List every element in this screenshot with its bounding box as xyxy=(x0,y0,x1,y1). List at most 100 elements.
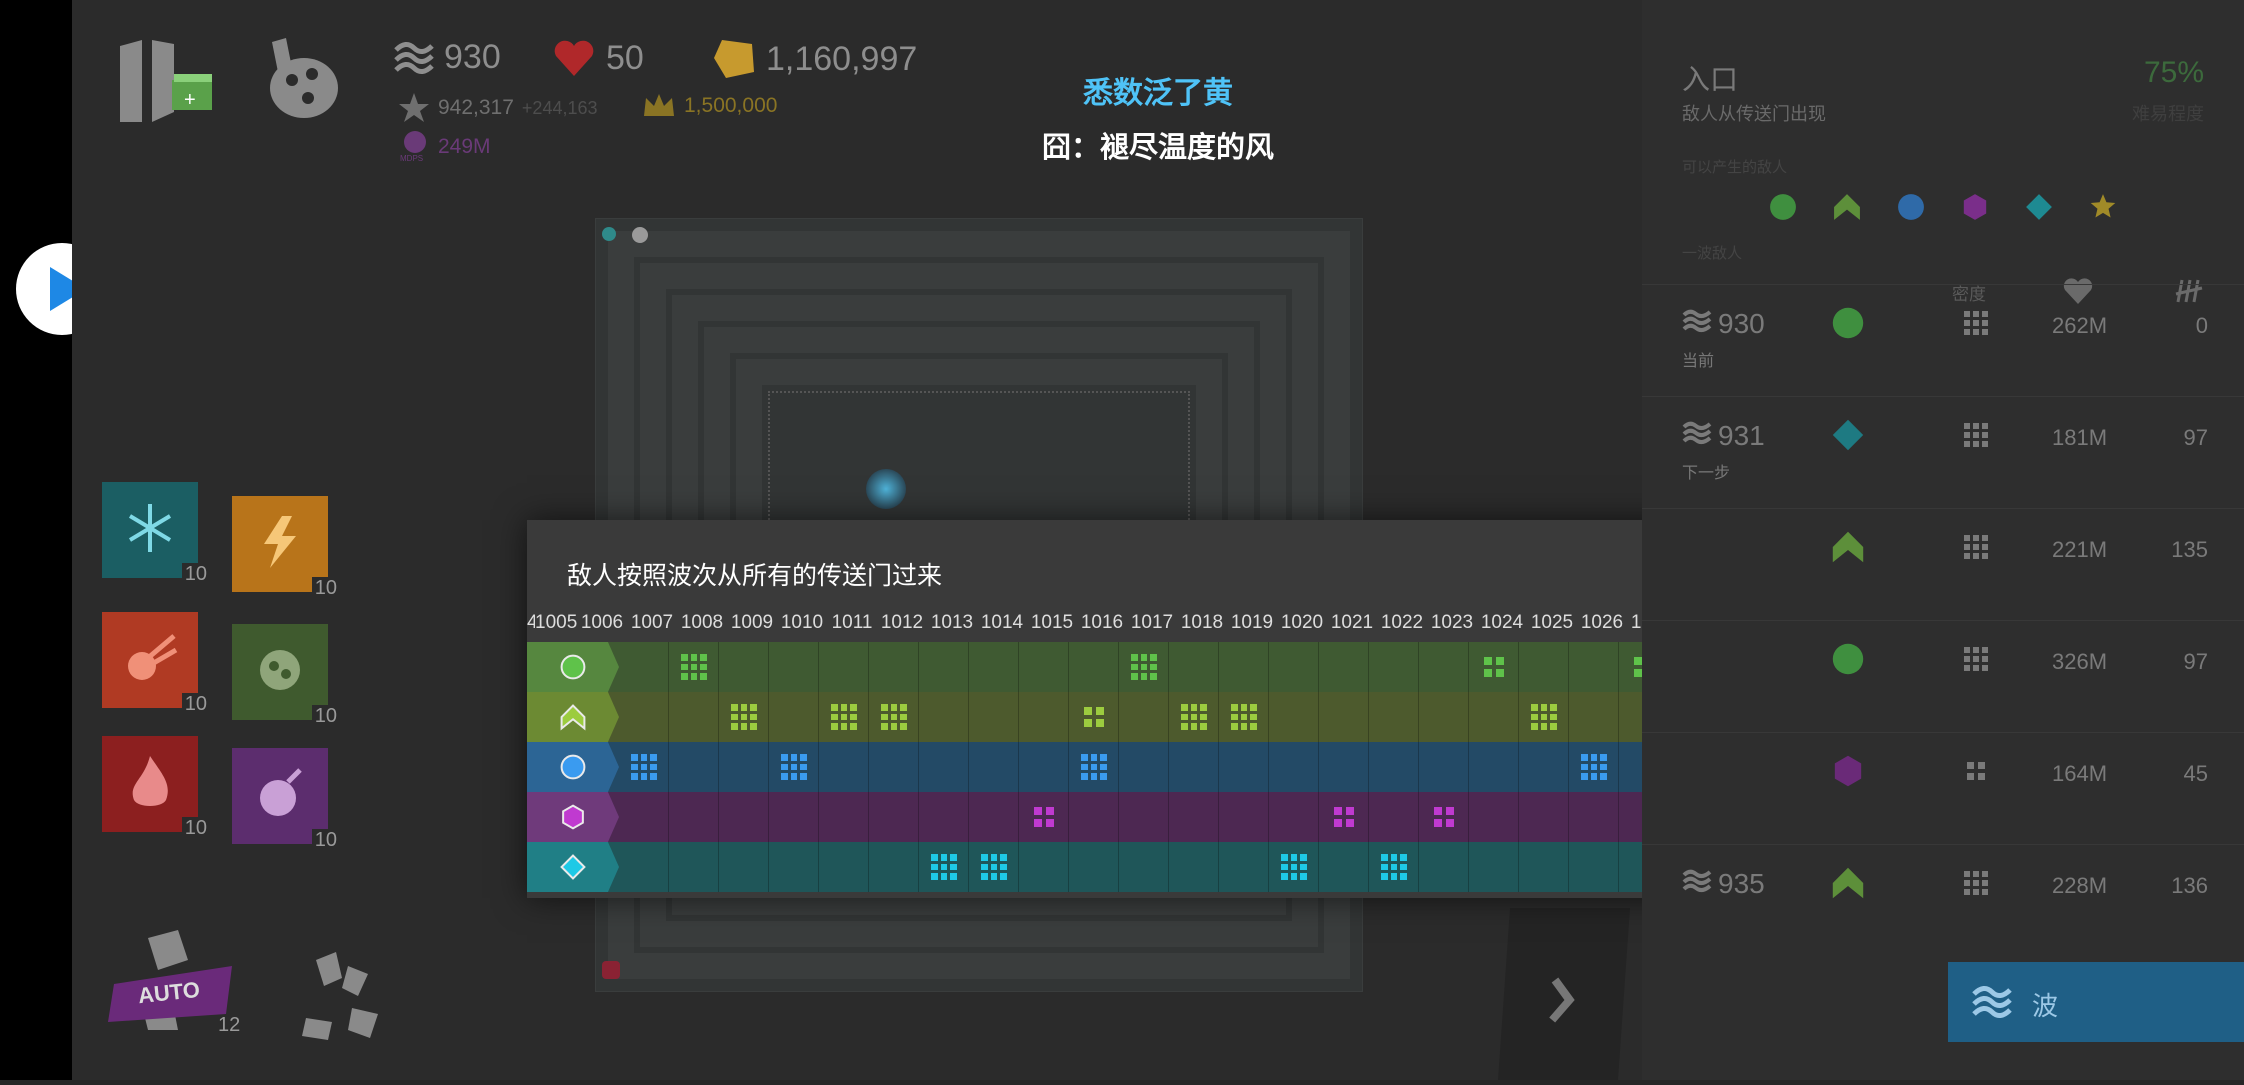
enemy-row-hexagon-purple xyxy=(527,792,1819,842)
enemy-row-circle-green xyxy=(527,642,1819,692)
density-9-icon xyxy=(631,754,657,780)
wave-row[interactable]: 931 下一步 181M 97 xyxy=(1642,396,2244,509)
wave-row[interactable]: 221M 135 xyxy=(1642,508,2244,621)
ability-flame[interactable]: 10 xyxy=(102,736,210,840)
wave-hp: 181M xyxy=(2052,425,2108,450)
poison-icon xyxy=(260,650,300,690)
score-counter: 942,317 +244,163 xyxy=(398,92,598,124)
wave-armor: 135 xyxy=(2171,537,2208,562)
hexagon-enemy-icon xyxy=(1834,755,1862,787)
wave-cell xyxy=(969,642,1019,692)
wave-row[interactable]: 164M 45 xyxy=(1642,732,2244,845)
wave-cell xyxy=(1219,692,1269,742)
wave-row[interactable]: 930 当前 262M 0 xyxy=(1642,284,2244,397)
wave-schedule-grid xyxy=(527,642,1819,892)
skip-wave-button[interactable] xyxy=(302,952,382,1042)
wave-cell xyxy=(869,742,919,792)
wave-hp: 262M xyxy=(2052,313,2108,338)
density-9-icon xyxy=(931,854,957,880)
ability-poison[interactable]: 10 xyxy=(232,624,340,728)
wave-cell xyxy=(969,692,1019,742)
wave-tab-button[interactable]: 波 xyxy=(1948,962,2244,1042)
wave-icon xyxy=(1972,986,2012,1018)
wave-hp: 221M xyxy=(2052,537,2108,562)
wave-cell xyxy=(1369,792,1419,842)
wave-column-label: 1020 xyxy=(1280,612,1324,633)
wave-column-label: 1014 xyxy=(980,612,1024,633)
wave-cell xyxy=(1119,842,1169,892)
ability-blizzard[interactable]: 10 xyxy=(102,482,210,586)
wave-column-label: 1011 xyxy=(831,612,873,633)
wave-column-label: 1019 xyxy=(1230,612,1274,633)
wave-column-label: 1025 xyxy=(1530,612,1574,633)
wave-number: 931 xyxy=(1682,419,1765,452)
wave-cell xyxy=(1019,692,1069,742)
density-icon xyxy=(1964,871,1988,895)
portal-icon xyxy=(602,227,616,241)
difficulty-percent: 75% xyxy=(2143,56,2204,89)
density-9-icon xyxy=(1531,704,1557,730)
coins-value: 1,160,997 xyxy=(766,39,918,78)
wave-cell xyxy=(719,842,769,892)
density-4-icon xyxy=(1481,654,1507,680)
pause-menu-button[interactable]: + xyxy=(112,40,222,122)
wave-cell xyxy=(1019,642,1069,692)
diamond-enemy-icon xyxy=(1832,419,1864,451)
wave-cell xyxy=(1519,792,1569,842)
wave-cell xyxy=(1569,692,1619,742)
wave-hp: 228M xyxy=(2052,873,2108,898)
wave-row[interactable]: 326M 97 xyxy=(1642,620,2244,733)
wave-armor: 45 xyxy=(2183,761,2208,786)
wave-cell xyxy=(919,842,969,892)
density-icon xyxy=(1964,647,1988,671)
wave-cell xyxy=(1369,642,1419,692)
wave-cell xyxy=(1319,792,1369,842)
wave-cell xyxy=(719,742,769,792)
density-9-icon xyxy=(1281,854,1307,880)
wave-cell xyxy=(1069,792,1119,842)
wave-cell xyxy=(1269,642,1319,692)
record-counter: 1,500,000 xyxy=(642,92,777,120)
wave-cell xyxy=(1119,742,1169,792)
wave-cell xyxy=(1019,842,1069,892)
ability-fireball[interactable]: 10 xyxy=(102,612,210,716)
wave-label: 当前 xyxy=(1682,353,1715,370)
wave-list-label: 一波敌人 xyxy=(1682,245,1743,262)
research-dice-button[interactable] xyxy=(262,38,342,122)
wave-cell xyxy=(1369,842,1419,892)
wave-value: 930 xyxy=(444,38,501,76)
difficulty-label: 难易程度 xyxy=(2132,104,2204,124)
wave-row[interactable]: 935 228M 136 xyxy=(1642,844,2244,957)
wave-cell xyxy=(669,842,719,892)
wave-column-label: 4 xyxy=(527,612,535,633)
wave-cell xyxy=(1569,742,1619,792)
enemy-types-list xyxy=(1766,190,2244,230)
density-4-icon xyxy=(1031,804,1057,830)
wave-cell xyxy=(1569,792,1619,842)
wave-cell xyxy=(1269,742,1319,792)
wave-cell xyxy=(1219,842,1269,892)
density-9-icon xyxy=(881,704,907,730)
chevron-enemy-icon xyxy=(1834,194,1860,220)
auto-button[interactable]: AUTO 12 xyxy=(108,930,241,1040)
ability-bomb[interactable]: 10 xyxy=(232,748,340,852)
wave-cell xyxy=(719,692,769,742)
wave-cell xyxy=(719,642,769,692)
wave-cell xyxy=(819,692,869,742)
wave-cell xyxy=(819,642,869,692)
mdps-value: 249M xyxy=(438,135,491,158)
pause-icon: + xyxy=(120,40,212,122)
ability-lightning[interactable]: 10 xyxy=(232,496,340,600)
wave-cell xyxy=(619,842,669,892)
map-subtitle: 囧：褪尽温度的风 xyxy=(1041,132,1274,164)
wave-cell xyxy=(1169,642,1219,692)
next-page-button[interactable] xyxy=(1497,908,1631,1080)
density-9-icon xyxy=(1131,654,1157,680)
density-9-icon xyxy=(981,854,1007,880)
wave-cell xyxy=(1169,792,1219,842)
wave-label: 下一步 xyxy=(1682,465,1731,482)
wave-cell xyxy=(619,692,669,742)
auto-count: 12 xyxy=(218,1014,241,1036)
wave-cell xyxy=(919,692,969,742)
wave-column-label: 1009 xyxy=(730,612,774,633)
